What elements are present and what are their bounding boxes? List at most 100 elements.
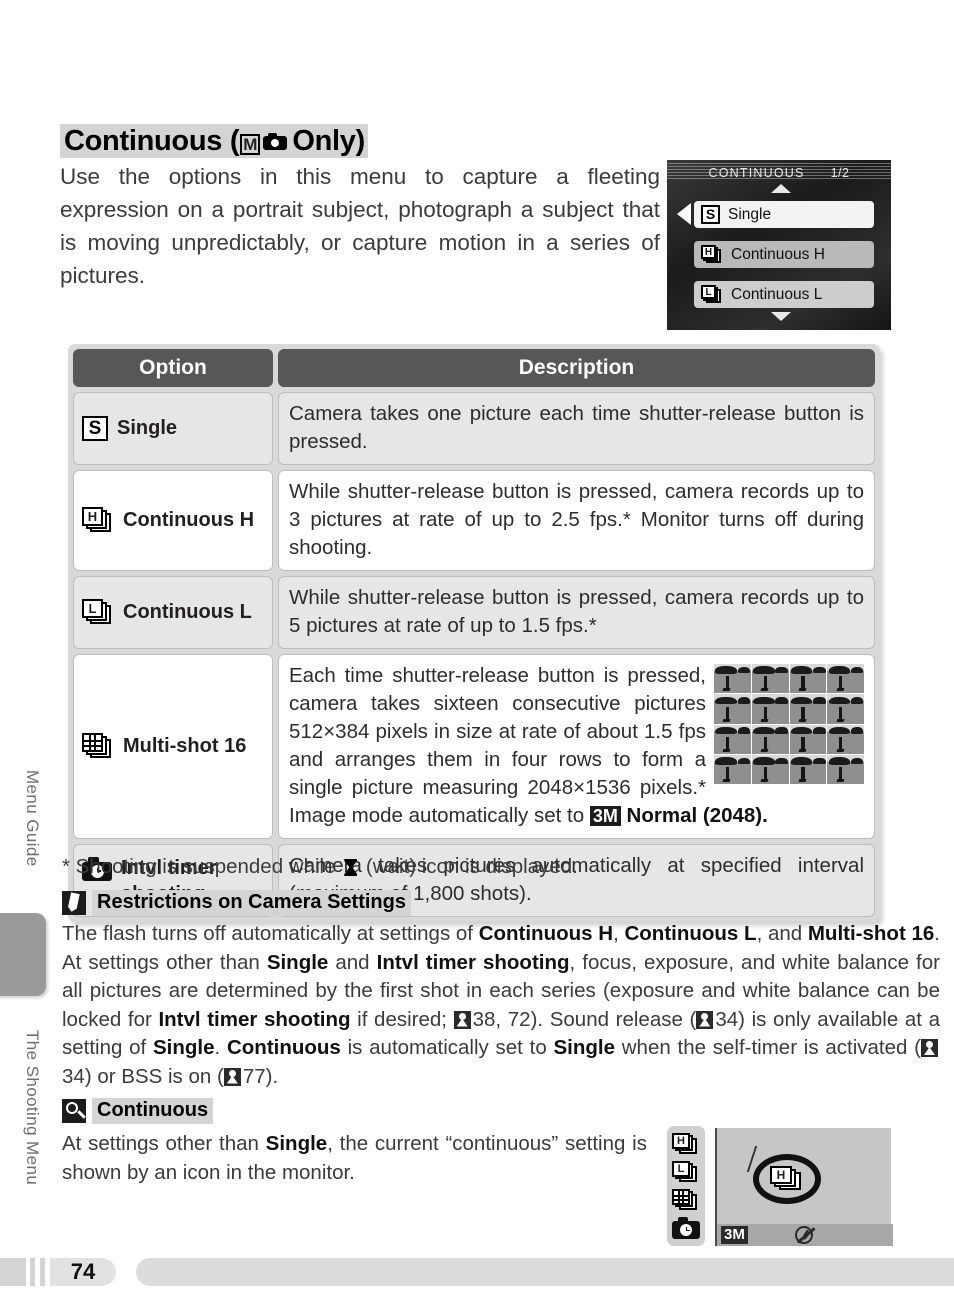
description-cell: While shutter-release button is pressed,… xyxy=(278,576,875,649)
monitor-status-bar: 3M xyxy=(717,1224,893,1246)
tip1-t13: ) or BSS is on ( xyxy=(84,1064,224,1088)
camera-menu-item-label: Continuous H xyxy=(731,245,825,263)
intro-paragraph: Use the options in this menu to capture … xyxy=(60,164,660,288)
tip-heading-text: Restrictions on Camera Settings xyxy=(92,890,411,916)
description-text-part2: Normal (2048). xyxy=(620,804,768,827)
continuous-h-icon: H xyxy=(701,245,723,264)
footnote-prefix: * Shooting is suspended while xyxy=(62,855,342,878)
option-label: Multi-shot 16 xyxy=(123,735,247,757)
tip1-b1: Continuous H xyxy=(478,922,614,945)
options-table: Option Description S Single Camera takes… xyxy=(68,344,880,922)
table-row: L Continuous L While shutter-release but… xyxy=(73,576,875,649)
single-icon: S xyxy=(701,205,720,224)
option-label: Single xyxy=(117,417,178,439)
footer-rail xyxy=(136,1258,954,1286)
tip1-ref2: 34 xyxy=(715,1007,739,1031)
tip1-t3: , and xyxy=(756,922,808,945)
sidebar-label-shooting-menu: The Shooting Menu xyxy=(23,1030,42,1186)
sidebar-chapter-tab xyxy=(0,913,46,996)
tip1-t5: and xyxy=(328,950,377,974)
page-footer: 74 xyxy=(0,1258,954,1286)
sidebar: Menu Guide The Shooting Menu xyxy=(0,0,52,1314)
tip1-b2: Continuous L xyxy=(624,922,757,945)
footer-tick-1 xyxy=(30,1258,35,1286)
camera-monitor-screen: H 3M xyxy=(715,1128,893,1246)
intvl-timer-icon xyxy=(672,1217,700,1240)
camera-icon xyxy=(263,133,288,150)
reference-icon xyxy=(696,1010,714,1029)
tip1-ref4: 77 xyxy=(242,1064,266,1088)
camera-menu-item-continuous-l[interactable]: L Continuous L xyxy=(694,281,874,308)
single-icon: S xyxy=(82,416,108,441)
page-title-suffix: Only) xyxy=(292,125,365,157)
tip1-t1: The flash turns off automatically at set… xyxy=(62,922,479,945)
tip-heading-text: Continuous xyxy=(92,1098,214,1124)
tip1-t11: is automatically set to xyxy=(340,1036,554,1059)
footer-tick-2 xyxy=(40,1258,45,1286)
table-row: Multi-shot 16 Each time shutter-release … xyxy=(73,654,875,839)
reference-icon xyxy=(223,1067,241,1086)
continuous-h-icon: H xyxy=(770,1166,804,1192)
description-text-part1: Each time shutter-release button is pres… xyxy=(289,664,706,827)
tip1-t10: . xyxy=(214,1036,227,1059)
continuous-l-icon: L xyxy=(701,285,723,304)
column-header-description: Description xyxy=(278,349,875,387)
tip1-b7: Single xyxy=(153,1036,215,1059)
option-cell-continuous-h: H Continuous H xyxy=(73,470,273,571)
reference-icon xyxy=(920,1039,938,1057)
description-cell: While shutter-release button is pressed,… xyxy=(278,470,875,571)
tip-body-restrictions: The flash turns off automatically at set… xyxy=(62,920,940,1091)
monitor-illustration: H L H 3M xyxy=(667,1126,893,1252)
tip-body-continuous: At settings other than Single, the curre… xyxy=(62,1130,647,1187)
tip1-b5: Intvl timer shooting xyxy=(376,950,570,974)
tip1-b9: Single xyxy=(553,1036,615,1059)
option-label: Continuous L xyxy=(123,601,252,623)
tip1-b6: Intvl timer shooting xyxy=(158,1007,351,1031)
tip1-t8: ). Sound release ( xyxy=(530,1007,697,1031)
image-mode-3m-badge: 3M xyxy=(721,1226,748,1244)
tip1-ref3: 34 xyxy=(62,1064,85,1088)
camera-menu-title-bar: CONTINUOUS 1/2 xyxy=(667,166,891,180)
image-mode-3m-badge: 3M xyxy=(589,806,621,826)
column-header-option: Option xyxy=(73,349,273,387)
table-row: S Single Camera takes one picture each t… xyxy=(73,392,875,465)
camera-menu-page-indicator: 1/2 xyxy=(830,166,850,180)
tip1-t2: , xyxy=(613,922,625,945)
pencil-icon xyxy=(62,891,86,915)
flash-off-icon xyxy=(795,1226,813,1244)
tip1-t7: if desired; xyxy=(350,1007,454,1031)
tip1-b8: Continuous xyxy=(226,1036,341,1059)
continuous-h-icon: H xyxy=(82,507,114,534)
magnifier-icon xyxy=(62,1099,86,1123)
scroll-down-arrow-icon xyxy=(771,312,791,321)
wait-hourglass-icon xyxy=(344,859,358,876)
continuous-icon-list: H L xyxy=(667,1126,705,1246)
tip1-b4: Single xyxy=(266,950,329,974)
tip2-t1: At settings other than xyxy=(62,1132,266,1155)
tip-heading-restrictions: Restrictions on Camera Settings xyxy=(62,890,411,916)
camera-menu-item-label: Continuous L xyxy=(731,285,823,303)
highlight-ellipse: H xyxy=(753,1154,821,1204)
description-cell: Each time shutter-release button is pres… xyxy=(278,654,875,839)
description-cell: Camera takes one picture each time shutt… xyxy=(278,392,875,465)
menu-selection-cursor-icon xyxy=(677,203,691,225)
table-header-row: Option Description xyxy=(73,349,875,387)
footnote: * Shooting is suspended while (wait) ico… xyxy=(62,855,578,879)
tip2-b1: Single xyxy=(265,1132,328,1155)
tip-heading-continuous: Continuous xyxy=(62,1098,214,1124)
camera-menu-screenshot: CONTINUOUS 1/2 S Single H Continuous H L … xyxy=(667,160,891,330)
tip1-b3: Multi-shot 16 xyxy=(807,922,935,945)
reference-icon xyxy=(453,1010,471,1029)
page-title: Continuous ( M Only) xyxy=(60,124,368,158)
scroll-up-arrow-icon xyxy=(771,184,791,193)
continuous-l-icon: L xyxy=(672,1160,700,1184)
option-cell-multi-shot-16: Multi-shot 16 xyxy=(73,654,273,839)
camera-menu-item-continuous-h[interactable]: H Continuous H xyxy=(694,241,874,268)
option-cell-single: S Single xyxy=(73,392,273,465)
footnote-suffix: (wait) icon is displayed. xyxy=(360,855,578,878)
multi-shot-sample-image xyxy=(714,664,864,784)
camera-menu-item-label: Single xyxy=(728,205,772,223)
option-label: Continuous H xyxy=(123,509,255,531)
camera-menu-item-single[interactable]: S Single xyxy=(694,201,874,228)
table-row: H Continuous H While shutter-release but… xyxy=(73,470,875,571)
